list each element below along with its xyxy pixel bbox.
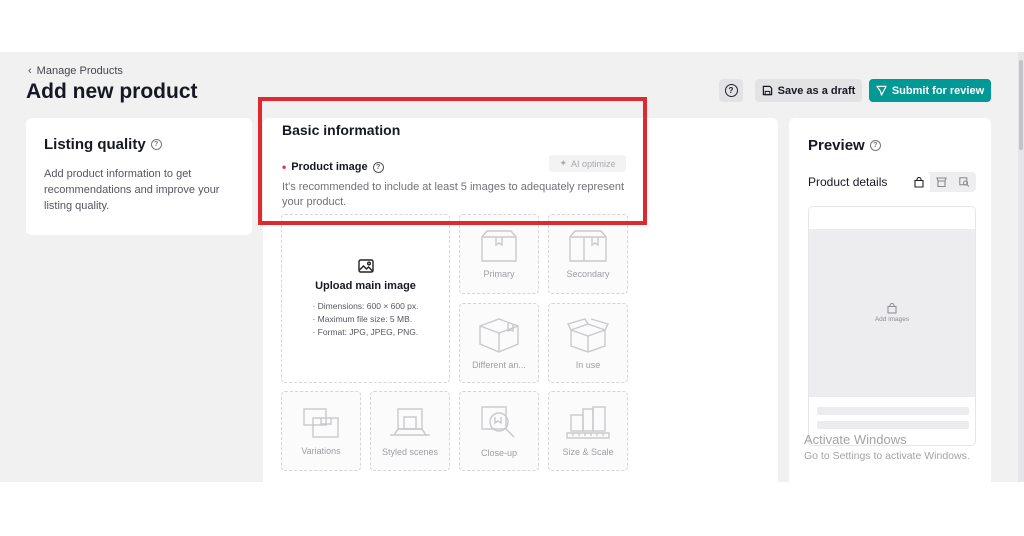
preview-phone-frame: Add images: [808, 206, 976, 446]
question-icon: ?: [724, 84, 738, 97]
search-results-icon[interactable]: [953, 172, 976, 192]
slot-primary[interactable]: Primary: [459, 214, 539, 294]
scrollbar-thumb[interactable]: [1019, 60, 1023, 150]
slot-label: Secondary: [566, 269, 610, 279]
add-images-text: Add images: [874, 316, 910, 323]
save-draft-button[interactable]: Save as a draft: [755, 79, 862, 102]
send-icon: [876, 85, 887, 96]
ruler-boxes-icon: [566, 406, 610, 439]
product-details-label: Product details: [808, 175, 888, 189]
scene-icon: [390, 408, 430, 436]
info-icon[interactable]: ?: [150, 139, 162, 150]
chevron-left-icon: ‹: [28, 65, 32, 77]
highlight-box: [258, 97, 647, 225]
page-scrollbar[interactable]: [1018, 52, 1024, 482]
bottom-margin: [0, 482, 1024, 536]
variations-icon: [303, 408, 339, 438]
slot-secondary[interactable]: Secondary: [548, 214, 628, 294]
bag-icon: [887, 303, 897, 314]
watermark-line1: Activate Windows: [804, 432, 907, 447]
slot-label: Styled scenes: [381, 447, 439, 457]
shopping-bag-icon[interactable]: [907, 172, 930, 192]
listing-quality-title: Listing quality: [44, 136, 146, 153]
box-angle-icon: [479, 318, 519, 353]
slot-close-up[interactable]: Close-up: [459, 391, 539, 471]
listing-quality-card: Listing quality ? Add product informatio…: [26, 118, 252, 235]
spec-format: · Format: JPG, JPEG, PNG.: [312, 326, 419, 337]
slot-label: Primary: [483, 269, 515, 279]
slot-in-use[interactable]: In use: [548, 303, 628, 383]
upload-main-image[interactable]: Upload main image · Dimensions: 600 × 60…: [281, 214, 450, 383]
listing-quality-description: Add product information to get recommend…: [44, 168, 220, 212]
product-details-row: Product details: [808, 172, 976, 192]
upload-main-title: Upload main image: [315, 279, 416, 292]
box-back-icon: [569, 230, 607, 262]
slot-label: Close-up: [480, 448, 518, 458]
slot-different-angles[interactable]: Different an...: [459, 303, 539, 383]
slot-label: Size & Scale: [562, 447, 614, 457]
slot-variations[interactable]: Variations: [281, 391, 361, 471]
skeleton-line: [817, 421, 969, 429]
info-icon[interactable]: ?: [869, 140, 881, 151]
spec-file-size: · Maximum file size: 5 MB.: [312, 313, 413, 324]
save-draft-label: Save as a draft: [777, 84, 856, 97]
phone-header: [809, 207, 975, 229]
submit-review-label: Submit for review: [891, 84, 985, 97]
open-box-icon: [566, 318, 610, 353]
spec-dimensions: · Dimensions: 600 × 600 px.: [312, 300, 419, 311]
activate-windows-watermark: Activate Windows Go to Settings to activ…: [804, 432, 970, 462]
box-icon: [481, 230, 517, 262]
shop-icon[interactable]: [930, 172, 953, 192]
slot-size-scale[interactable]: Size & Scale: [548, 391, 628, 471]
help-button[interactable]: ?: [719, 79, 743, 102]
magnifier-icon: [481, 406, 515, 438]
breadcrumb-back[interactable]: ‹ Manage Products: [28, 65, 123, 77]
watermark-line2: Go to Settings to activate Windows.: [804, 450, 970, 462]
preview-mode-switcher: [907, 172, 976, 192]
preview-image-placeholder[interactable]: Add images: [809, 229, 975, 397]
skeleton-line: [817, 407, 969, 415]
slot-label: Variations: [301, 446, 341, 456]
page-title: Add new product: [26, 80, 198, 103]
submit-review-button[interactable]: Submit for review: [869, 79, 991, 102]
image-icon: [357, 258, 374, 273]
preview-title: Preview: [808, 137, 865, 154]
slot-styled-scenes[interactable]: Styled scenes: [370, 391, 450, 471]
save-icon: [762, 85, 772, 96]
upload-specs: · Dimensions: 600 × 600 px. · Maximum fi…: [312, 300, 418, 339]
slot-label: Different an...: [472, 360, 526, 370]
breadcrumb-label: Manage Products: [36, 65, 123, 77]
slot-label: In use: [575, 360, 601, 370]
